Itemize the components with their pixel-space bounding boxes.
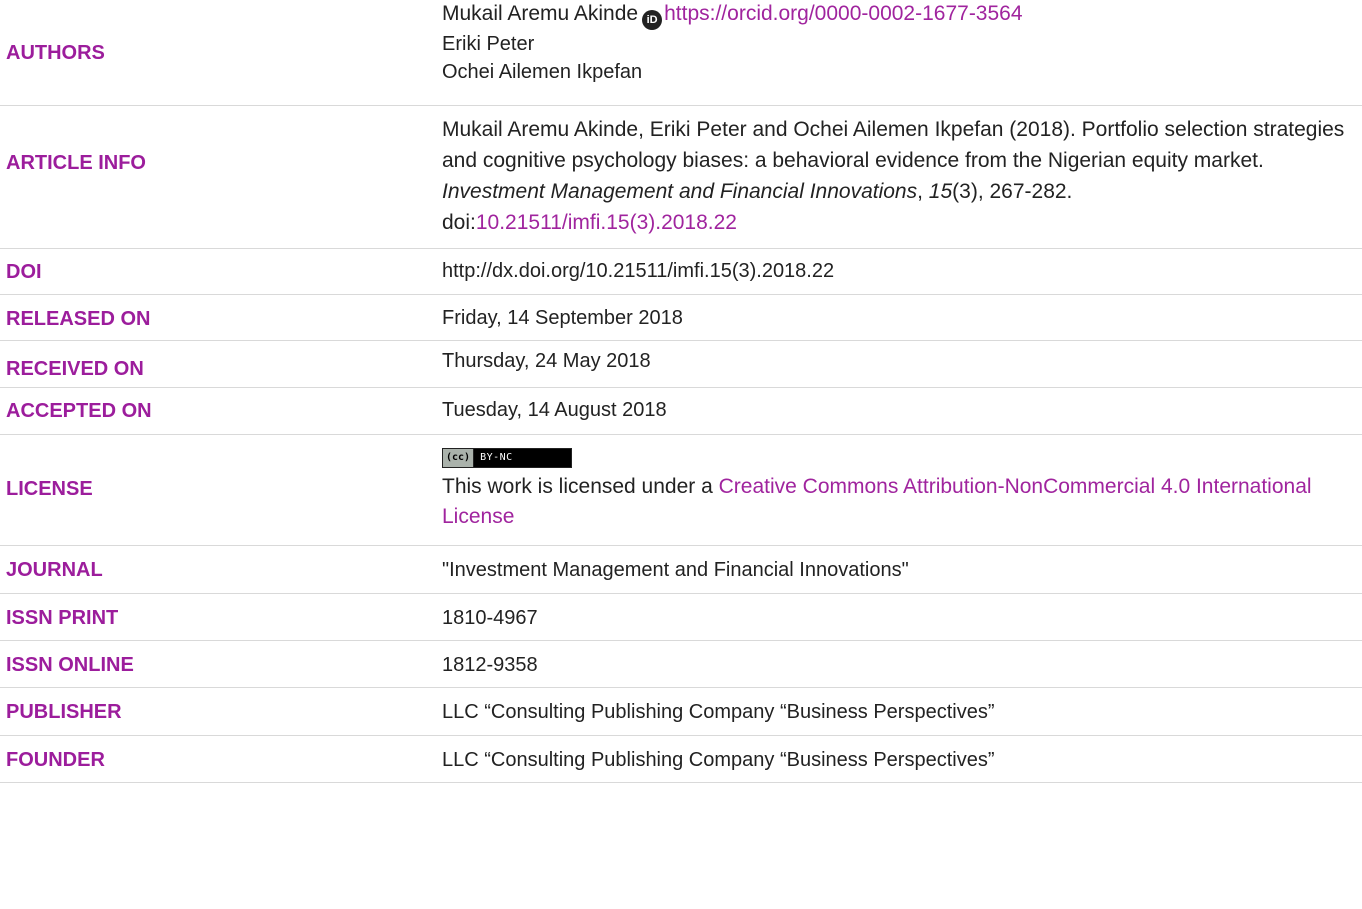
issn-print-value: 1810-4967 — [442, 607, 538, 629]
article-info-value: Mukail Aremu Akinde, Eriki Peter and Och… — [442, 114, 1360, 238]
journal-label: JOURNAL — [6, 559, 103, 581]
license-label: LICENSE — [6, 478, 93, 500]
row-authors: AUTHORS Mukail Aremu Akinde iD https://orc… — [0, 0, 1362, 106]
received-on-label: RECEIVED ON — [6, 358, 144, 380]
citation-text: Mukail Aremu Akinde, Eriki Peter and Och… — [442, 118, 1345, 172]
license-text-prefix: This work is licensed under a — [442, 475, 719, 498]
row-journal: JOURNAL "Investment Management and Finan… — [0, 546, 1362, 594]
released-on-value: Friday, 14 September 2018 — [442, 307, 683, 329]
founder-value: LLC “Consulting Publishing Company “Busi… — [442, 749, 995, 771]
citation-journal: Investment Management and Financial Inno… — [442, 180, 918, 203]
citation-volume: 15 — [928, 180, 953, 203]
row-accepted-on: ACCEPTED ON Tuesday, 14 August 2018 — [0, 388, 1362, 435]
founder-label: FOUNDER — [6, 749, 105, 771]
authors-value: Mukail Aremu Akinde iD https://orcid.org/0… — [442, 0, 1360, 86]
article-info-label: ARTICLE INFO — [6, 152, 146, 174]
row-publisher: PUBLISHER LLC “Consulting Publishing Com… — [0, 688, 1362, 736]
row-founder: FOUNDER LLC “Consulting Publishing Compa… — [0, 736, 1362, 783]
authors-label: AUTHORS — [6, 42, 105, 64]
author-2: Eriki Peter — [442, 33, 535, 55]
doi-label: DOI — [6, 261, 42, 283]
orcid-link[interactable]: https://orcid.org/0000-0002-1677-3564 — [664, 2, 1022, 25]
cc-by-nc-badge[interactable]: (cc) BY-NC — [442, 448, 572, 468]
article-metadata-table: AUTHORS Mukail Aremu Akinde iD https://orc… — [0, 0, 1362, 783]
journal-value: "Investment Management and Financial Inn… — [442, 559, 909, 581]
license-value: (cc) BY-NC This work is licensed under a… — [442, 440, 1360, 532]
author-3: Ochei Ailemen Ikpefan — [442, 61, 643, 83]
publisher-label: PUBLISHER — [6, 701, 122, 723]
citation-comma: , — [917, 180, 929, 203]
accepted-on-value: Tuesday, 14 August 2018 — [442, 399, 667, 421]
cc-badge-terms: BY-NC — [474, 449, 571, 467]
row-license: LICENSE (cc) BY-NC This work is licensed… — [0, 435, 1362, 546]
author-1: Mukail Aremu Akinde iD https://orcid.org/0… — [442, 0, 1360, 30]
citation-doi-link[interactable]: 10.21511/imfi.15(3).2018.22 — [476, 211, 737, 234]
row-issn-print: ISSN PRINT 1810-4967 — [0, 594, 1362, 641]
row-released-on: RELEASED ON Friday, 14 September 2018 — [0, 295, 1362, 341]
issn-print-label: ISSN PRINT — [6, 607, 119, 629]
cc-badge-logo: (cc) — [443, 449, 475, 467]
license-text: This work is licensed under a Creative C… — [442, 472, 1360, 532]
issn-online-label: ISSN ONLINE — [6, 654, 134, 676]
accepted-on-label: ACCEPTED ON — [6, 400, 152, 422]
row-received-on: RECEIVED ON Thursday, 24 May 2018 — [0, 341, 1362, 388]
row-article-info: ARTICLE INFO Mukail Aremu Akinde, Eriki … — [0, 106, 1362, 249]
publisher-value: LLC “Consulting Publishing Company “Busi… — [442, 701, 995, 723]
author-1-name: Mukail Aremu Akinde — [442, 2, 639, 25]
doi-value: http://dx.doi.org/10.21511/imfi.15(3).20… — [442, 260, 835, 282]
received-on-value: Thursday, 24 May 2018 — [442, 350, 651, 372]
orcid-icon[interactable]: iD — [642, 10, 663, 30]
issn-online-value: 1812-9358 — [442, 654, 538, 676]
released-on-label: RELEASED ON — [6, 308, 151, 330]
row-issn-online: ISSN ONLINE 1812-9358 — [0, 641, 1362, 688]
row-doi: DOI http://dx.doi.org/10.21511/imfi.15(3… — [0, 249, 1362, 295]
